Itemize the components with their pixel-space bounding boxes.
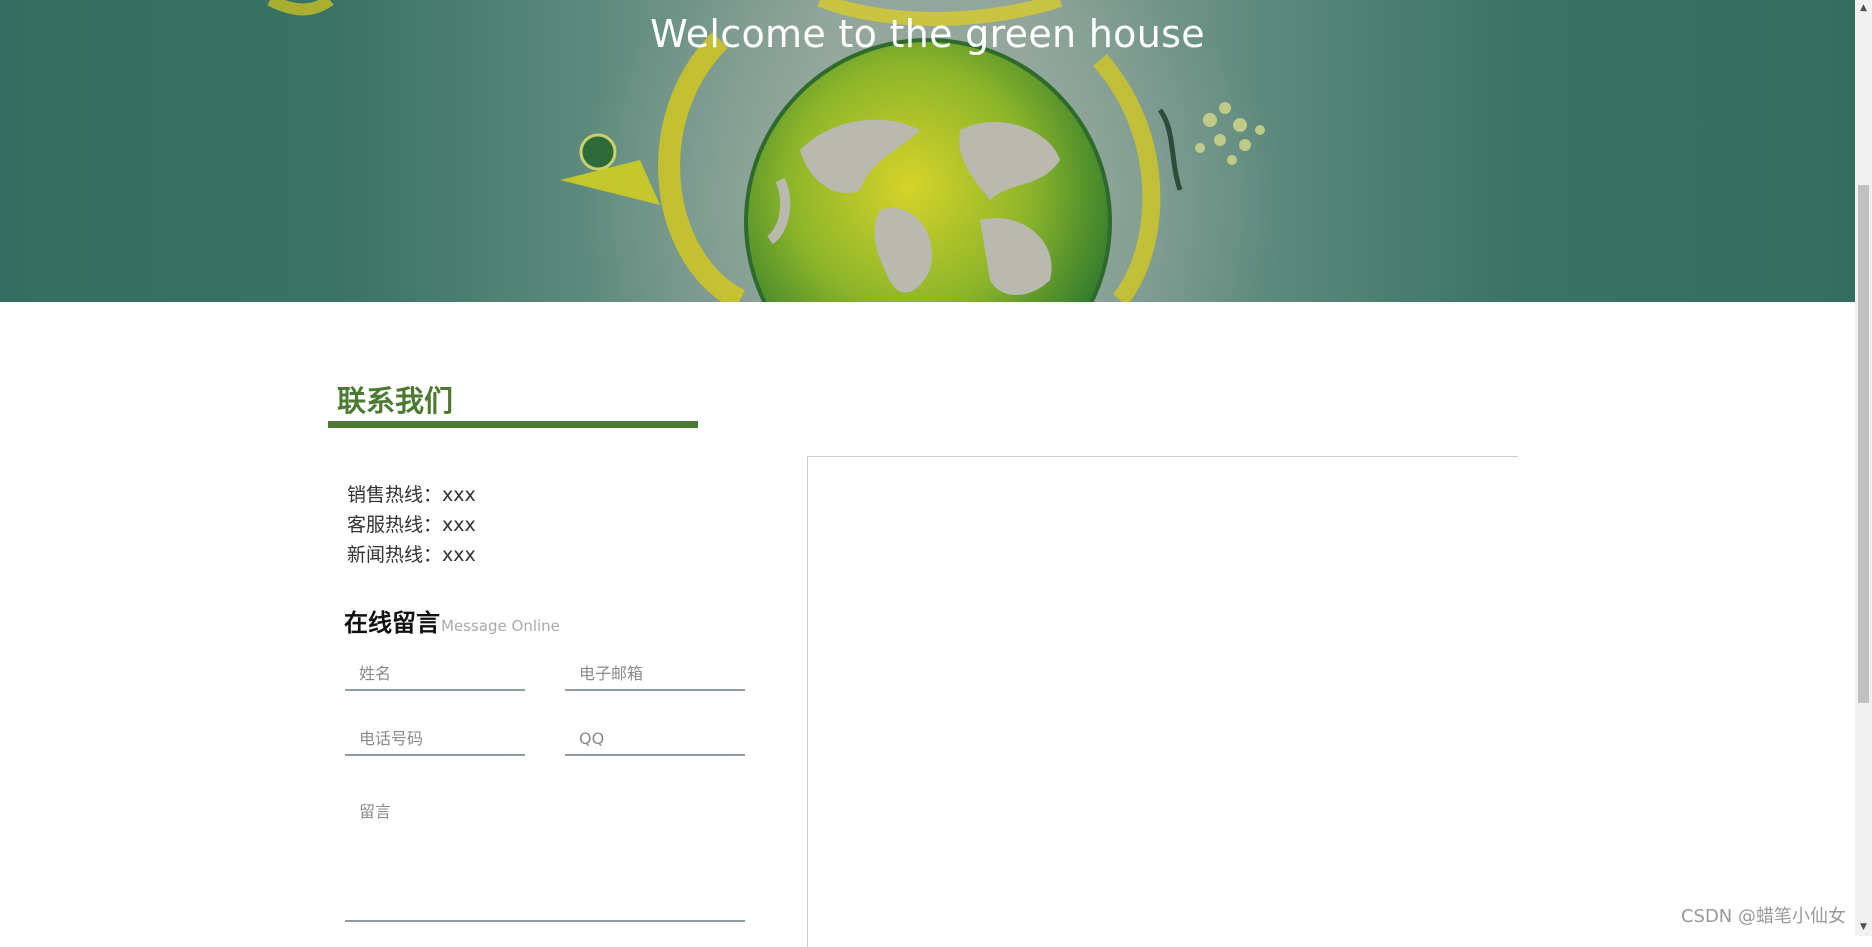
- section-title-underline: [328, 421, 698, 428]
- name-field[interactable]: [345, 657, 525, 691]
- hotline-label: 客服热线：: [347, 514, 443, 536]
- hotline-value: xxx: [442, 544, 476, 566]
- scrollbar-thumb[interactable]: [1858, 185, 1869, 703]
- hotline-label: 销售热线：: [347, 484, 443, 506]
- page-scrollbar[interactable]: ▲ ▼: [1855, 0, 1872, 936]
- message-textarea[interactable]: [345, 790, 745, 922]
- scroll-down-arrow-icon[interactable]: ▼: [1855, 919, 1872, 936]
- message-title-en: Message Online: [441, 617, 560, 635]
- csdn-watermark: CSDN @蜡笔小仙女: [1680, 906, 1846, 927]
- hotline-list: 销售热线：xxx 客服热线：xxx 新闻热线：xxx: [347, 480, 476, 570]
- message-title-cn: 在线留言: [344, 609, 440, 637]
- message-section-title: 在线留言Message Online: [344, 603, 560, 638]
- email-field[interactable]: [565, 657, 745, 691]
- hero-banner: Welcome to the green house: [0, 0, 1855, 302]
- hotline-sales: 销售热线：xxx: [347, 480, 476, 510]
- hotline-news: 新闻热线：xxx: [347, 540, 476, 570]
- map-frame[interactable]: [807, 456, 1518, 947]
- section-title-contact: 联系我们: [337, 384, 454, 418]
- hotline-service: 客服热线：xxx: [347, 510, 476, 540]
- scroll-up-arrow-icon[interactable]: ▲: [1855, 0, 1872, 17]
- hotline-label: 新闻热线：: [347, 544, 443, 566]
- hotline-value: xxx: [442, 514, 476, 536]
- hotline-value: xxx: [442, 484, 476, 506]
- phone-field[interactable]: [345, 722, 525, 756]
- qq-field[interactable]: [565, 722, 745, 756]
- banner-title: Welcome to the green house: [650, 12, 1205, 56]
